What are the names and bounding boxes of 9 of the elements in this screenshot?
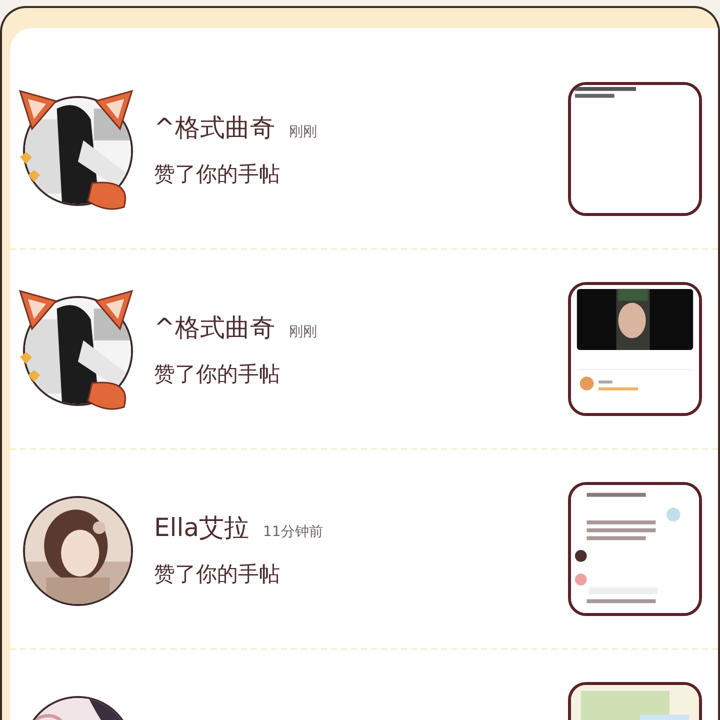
user-name[interactable]: ^格式曲奇	[154, 310, 275, 344]
activity-text: 赞了你的手帖	[154, 560, 281, 588]
user-name[interactable]: Ella艾拉	[154, 510, 250, 544]
user-name[interactable]: ^格式曲奇	[154, 110, 275, 144]
activity-text: 赞了你的手帖	[154, 160, 281, 188]
activity-text: 赞了你的手帖	[154, 360, 281, 388]
timestamp: 11分钟前	[263, 522, 323, 540]
timestamp: 刚刚	[288, 122, 317, 140]
timestamp: 刚刚	[288, 322, 317, 340]
